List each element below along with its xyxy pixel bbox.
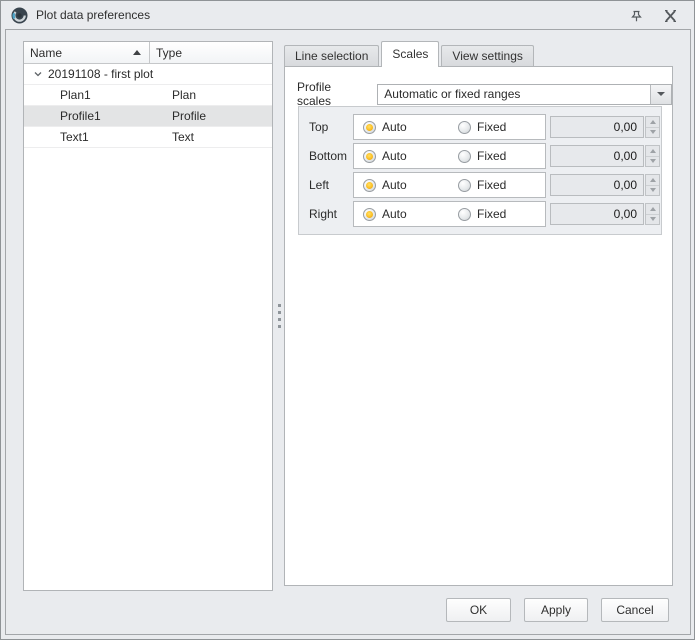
pin-icon[interactable] [627, 7, 645, 24]
tree-row-plan1[interactable]: Plan1 Plan [24, 85, 272, 106]
spinner-down-icon[interactable] [646, 128, 659, 138]
window-title: Plot data preferences [36, 8, 151, 22]
tree-item-type: Profile [172, 109, 207, 123]
tree-item-label: Plan1 [60, 88, 91, 102]
spinner-up-icon[interactable] [646, 117, 659, 128]
column-header-type[interactable]: Type [150, 42, 272, 63]
tree-item-type: Text [172, 130, 195, 144]
spinner-up-icon[interactable] [646, 204, 659, 215]
value-spinbox[interactable]: 0,00 [550, 203, 644, 225]
chevron-down-icon[interactable] [30, 70, 46, 78]
scales-ranges-group: Top Auto Fixed 0,00 Bottom Auto Fixed 0,… [298, 106, 662, 235]
radio-unselected-icon [458, 120, 471, 134]
tab-bar: Line selection Scales View settings [284, 41, 536, 67]
panel-splitter[interactable] [274, 41, 284, 591]
apply-button[interactable]: Apply [524, 598, 588, 622]
radio-unselected-icon [458, 149, 471, 163]
scale-row-label: Right [309, 207, 338, 221]
fixed-radio[interactable]: Fixed [458, 149, 506, 163]
radio-unselected-icon [458, 207, 471, 221]
tree-row-plot-group[interactable]: 20191108 - first plot [24, 64, 272, 85]
plot-data-preferences-dialog: Plot data preferences Name Type 20191108… [0, 0, 695, 640]
auto-radio[interactable]: Auto [363, 120, 458, 134]
radio-selected-icon [363, 120, 376, 134]
spinner-down-icon[interactable] [646, 186, 659, 196]
radio-unselected-icon [458, 178, 471, 192]
spinner-up-icon[interactable] [646, 146, 659, 157]
tab-view-settings[interactable]: View settings [441, 45, 534, 66]
spinner-down-icon[interactable] [646, 157, 659, 167]
close-icon[interactable] [661, 7, 679, 24]
ok-button[interactable]: OK [446, 598, 511, 622]
tree-item-type: Plan [172, 88, 197, 102]
auto-radio[interactable]: Auto [363, 178, 458, 192]
fixed-radio[interactable]: Fixed [458, 120, 506, 134]
fixed-radio[interactable]: Fixed [458, 207, 506, 221]
scale-row-left: Left Auto Fixed 0,00 [299, 172, 661, 198]
chevron-down-icon [657, 92, 665, 96]
title-bar[interactable]: Plot data preferences [2, 1, 693, 29]
radio-selected-icon [363, 178, 376, 192]
scale-row-bottom: Bottom Auto Fixed 0,00 [299, 143, 661, 169]
value-spinbox[interactable]: 0,00 [550, 145, 644, 167]
tree-row-text1[interactable]: Text1 Text [24, 127, 272, 148]
auto-radio[interactable]: Auto [363, 149, 458, 163]
tree-item-label: Profile1 [60, 109, 101, 123]
tree-header: Name Type [24, 42, 272, 64]
profile-scales-value: Automatic or fixed ranges [384, 87, 521, 101]
sort-ascending-icon [133, 50, 141, 55]
value-spinbox[interactable]: 0,00 [550, 116, 644, 138]
tree-item-label: Text1 [60, 130, 89, 144]
profile-scales-label: Profile scales [297, 80, 332, 108]
column-header-type-label: Type [156, 45, 183, 60]
column-header-name-label: Name [30, 45, 63, 60]
tab-line-selection[interactable]: Line selection [284, 45, 380, 66]
radio-selected-icon [363, 207, 376, 221]
tree-item-label: 20191108 - first plot [48, 67, 154, 81]
scales-tab-panel: Profile scales Automatic or fixed ranges… [284, 66, 673, 586]
auto-radio[interactable]: Auto [363, 207, 458, 221]
profile-scales-combobox[interactable]: Automatic or fixed ranges [377, 83, 672, 105]
radio-selected-icon [363, 149, 376, 163]
cancel-button[interactable]: Cancel [601, 598, 669, 622]
app-logo-icon [11, 7, 28, 23]
value-spinbox[interactable]: 0,00 [550, 174, 644, 196]
combobox-dropdown-button[interactable] [650, 84, 671, 104]
scale-row-label: Top [309, 120, 329, 134]
scale-row-label: Bottom [309, 149, 348, 163]
plot-items-tree: Name Type 20191108 - first plot Plan1 Pl… [23, 41, 273, 591]
spinner-down-icon[interactable] [646, 215, 659, 225]
tab-scales[interactable]: Scales [381, 41, 440, 67]
scale-row-right: Right Auto Fixed 0,00 [299, 201, 661, 227]
tree-row-profile1[interactable]: Profile1 Profile [24, 106, 272, 127]
scale-row-label: Left [309, 178, 330, 192]
scale-row-top: Top Auto Fixed 0,00 [299, 114, 661, 140]
spinner-up-icon[interactable] [646, 175, 659, 186]
fixed-radio[interactable]: Fixed [458, 178, 506, 192]
column-header-name[interactable]: Name [24, 42, 150, 63]
